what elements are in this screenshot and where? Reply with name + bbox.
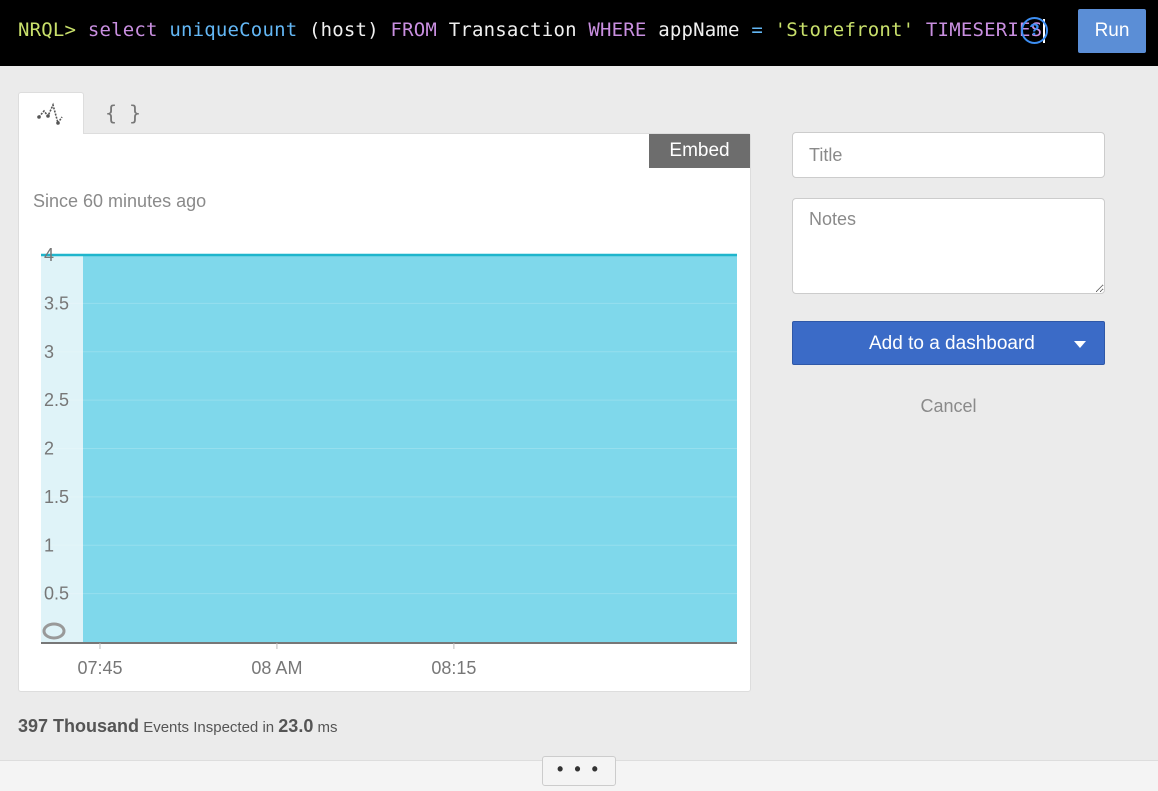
y-tick-label: 3 — [44, 342, 54, 362]
y-tick-label: 4 — [44, 245, 54, 265]
events-count: 397 Thousand — [18, 716, 140, 736]
duration-unit: ms — [317, 719, 338, 736]
add-to-dashboard-button[interactable]: Add to a dashboard — [792, 321, 1105, 365]
x-tick-label: 08 AM — [251, 658, 302, 678]
y-tick-label: 2 — [44, 439, 54, 459]
query-stats: 397 Thousand Events Inspected in 23.0 ms — [18, 716, 338, 737]
x-tick-label: 07:45 — [77, 658, 122, 678]
tab-chart[interactable] — [18, 92, 84, 134]
add-to-dashboard-label: Add to a dashboard — [869, 333, 1035, 354]
x-tick-label: 08:15 — [431, 658, 476, 678]
events-label: Events Inspected in — [143, 719, 275, 736]
query-token: WHERE — [588, 19, 647, 41]
more-handle[interactable]: • • • — [542, 756, 616, 786]
query-token: (host) — [309, 19, 379, 41]
title-input[interactable] — [792, 132, 1105, 178]
query-token: uniqueCount — [169, 19, 298, 41]
nrql-query-input[interactable]: NRQL> select uniqueCount (host) FROM Tra… — [18, 16, 1046, 44]
tab-json[interactable]: { } — [90, 92, 156, 134]
query-token: 'Storefront' — [774, 19, 915, 41]
query-bar: NRQL> select uniqueCount (host) FROM Tra… — [0, 0, 1158, 66]
line-chart-icon — [37, 102, 63, 125]
y-tick-label: 1.5 — [44, 487, 69, 507]
y-tick-label: 3.5 — [44, 293, 69, 313]
query-duration: 23.0 — [278, 716, 314, 736]
y-tick-label: 2.5 — [44, 390, 69, 410]
query-token: select — [87, 19, 158, 41]
nrql-prompt: NRQL> — [18, 19, 77, 41]
y-tick-label: 1 — [44, 535, 54, 555]
y-tick-label: 0.5 — [44, 584, 69, 604]
notes-input[interactable] — [792, 198, 1105, 294]
query-token: Transaction — [448, 19, 577, 41]
chart-panel: Embed Since 60 minutes ago 0.5 1 1.5 2 2.5 3 3… — [18, 133, 751, 692]
query-token: FROM — [390, 19, 438, 41]
query-token: appName — [658, 19, 740, 41]
cancel-link[interactable]: Cancel — [792, 396, 1105, 417]
caret-down-icon[interactable] — [1074, 341, 1086, 348]
query-token: = — [751, 19, 763, 41]
question-circle-icon[interactable]: ? — [1021, 17, 1048, 44]
run-button[interactable]: Run — [1078, 9, 1146, 53]
area-chart: 0.5 1 1.5 2 2.5 3 3.5 4 07:45 08 AM 08:15 — [41, 245, 737, 678]
